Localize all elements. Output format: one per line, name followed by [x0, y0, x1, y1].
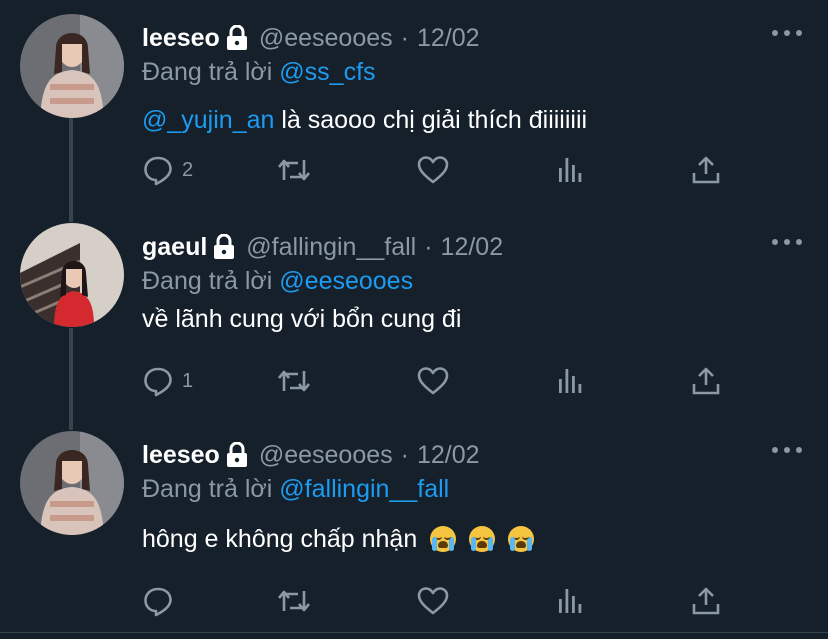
share-icon	[690, 154, 722, 186]
lock-icon	[225, 442, 249, 468]
avatar[interactable]	[20, 223, 124, 327]
body-text: về lãnh cung với bổn cung đi	[142, 305, 462, 333]
reply-button[interactable]: 2	[142, 150, 193, 190]
reply-count: 2	[182, 158, 194, 181]
share-button[interactable]	[690, 150, 722, 190]
more-icon[interactable]	[772, 28, 802, 38]
replying-to-label: Đang trả lời	[142, 475, 280, 503]
lock-icon	[212, 234, 236, 260]
retweet-button[interactable]	[276, 150, 312, 190]
heart-icon	[416, 585, 450, 617]
separator-dot: ·	[424, 232, 433, 261]
replying-to-mention[interactable]: @ss_cfs	[279, 58, 375, 86]
reply-icon	[142, 154, 174, 186]
separator-dot: ·	[400, 440, 409, 469]
loudly-crying-face-icon	[430, 526, 457, 552]
share-icon	[690, 365, 722, 397]
loudly-crying-face-icon	[469, 526, 496, 552]
avatar[interactable]	[20, 14, 124, 118]
tweet-text: @_yujin_an là saooo chị giải thích điiii…	[142, 106, 587, 135]
heart-icon	[416, 154, 450, 186]
display-name[interactable]: leeseo	[142, 441, 220, 470]
replying-to: Đang trả lời @ss_cfs	[142, 58, 376, 87]
replying-to-mention[interactable]: @eeseooes	[279, 267, 413, 295]
reply-count: 1	[182, 369, 194, 392]
body-text: hông e không chấp nhận	[142, 525, 418, 553]
action-bar	[142, 581, 742, 621]
like-button[interactable]	[416, 581, 450, 621]
user-handle[interactable]: @eeseooes	[259, 441, 393, 470]
analytics-icon	[554, 365, 586, 397]
tweet-date[interactable]: 12/02	[417, 24, 480, 53]
replying-to-label: Đang trả lời	[142, 58, 280, 86]
tweet-date[interactable]: 12/02	[417, 441, 480, 470]
analytics-icon	[554, 154, 586, 186]
reply-button[interactable]: 1	[142, 361, 193, 401]
divider	[0, 632, 828, 633]
display-name[interactable]: gaeul	[142, 233, 207, 262]
body-mention[interactable]: @_yujin_an	[142, 106, 274, 134]
avatar[interactable]	[20, 431, 124, 535]
tweet-header: gaeul @fallingin__fall · 12/02	[142, 227, 503, 267]
replying-to: Đang trả lời @eeseooes	[142, 267, 413, 296]
views-button[interactable]	[554, 361, 586, 401]
more-icon[interactable]	[772, 237, 802, 247]
action-bar: 1	[142, 361, 742, 401]
more-icon[interactable]	[772, 445, 802, 455]
body-text: là saooo chị giải thích điiiiiiii	[274, 106, 588, 134]
retweet-icon	[276, 365, 312, 397]
retweet-button[interactable]	[276, 581, 312, 621]
replying-to: Đang trả lời @fallingin__fall	[142, 475, 449, 504]
emoji-group	[430, 525, 535, 553]
display-name[interactable]: leeseo	[142, 24, 220, 53]
views-button[interactable]	[554, 581, 586, 621]
retweet-button[interactable]	[276, 361, 312, 401]
retweet-icon	[276, 154, 312, 186]
tweet[interactable]: leeseo @eeseooes · 12/02 Đang trả lời @f…	[0, 427, 828, 632]
views-button[interactable]	[554, 150, 586, 190]
share-button[interactable]	[690, 361, 722, 401]
tweet-text: về lãnh cung với bổn cung đi	[142, 305, 461, 334]
reply-icon	[142, 585, 174, 617]
tweet-header: leeseo @eeseooes · 12/02	[142, 435, 480, 475]
share-icon	[690, 585, 722, 617]
heart-icon	[416, 365, 450, 397]
share-button[interactable]	[690, 581, 722, 621]
retweet-icon	[276, 585, 312, 617]
like-button[interactable]	[416, 150, 450, 190]
tweet[interactable]: leeseo @eeseooes · 12/02 Đang trả lời @s…	[0, 10, 828, 210]
separator-dot: ·	[400, 23, 409, 52]
tweet[interactable]: gaeul @fallingin__fall · 12/02 Đang trả …	[0, 219, 828, 419]
user-handle[interactable]: @fallingin__fall	[246, 233, 416, 262]
tweet-date[interactable]: 12/02	[441, 233, 504, 262]
like-button[interactable]	[416, 361, 450, 401]
analytics-icon	[554, 585, 586, 617]
lock-icon	[225, 25, 249, 51]
loudly-crying-face-icon	[508, 526, 535, 552]
tweet-text: hông e không chấp nhận	[142, 525, 535, 554]
user-handle[interactable]: @eeseooes	[259, 24, 393, 53]
reply-icon	[142, 365, 174, 397]
replying-to-label: Đang trả lời	[142, 267, 280, 295]
replying-to-mention[interactable]: @fallingin__fall	[279, 475, 449, 503]
reply-button[interactable]	[142, 581, 174, 621]
tweet-header: leeseo @eeseooes · 12/02	[142, 18, 480, 58]
action-bar: 2	[142, 150, 742, 190]
